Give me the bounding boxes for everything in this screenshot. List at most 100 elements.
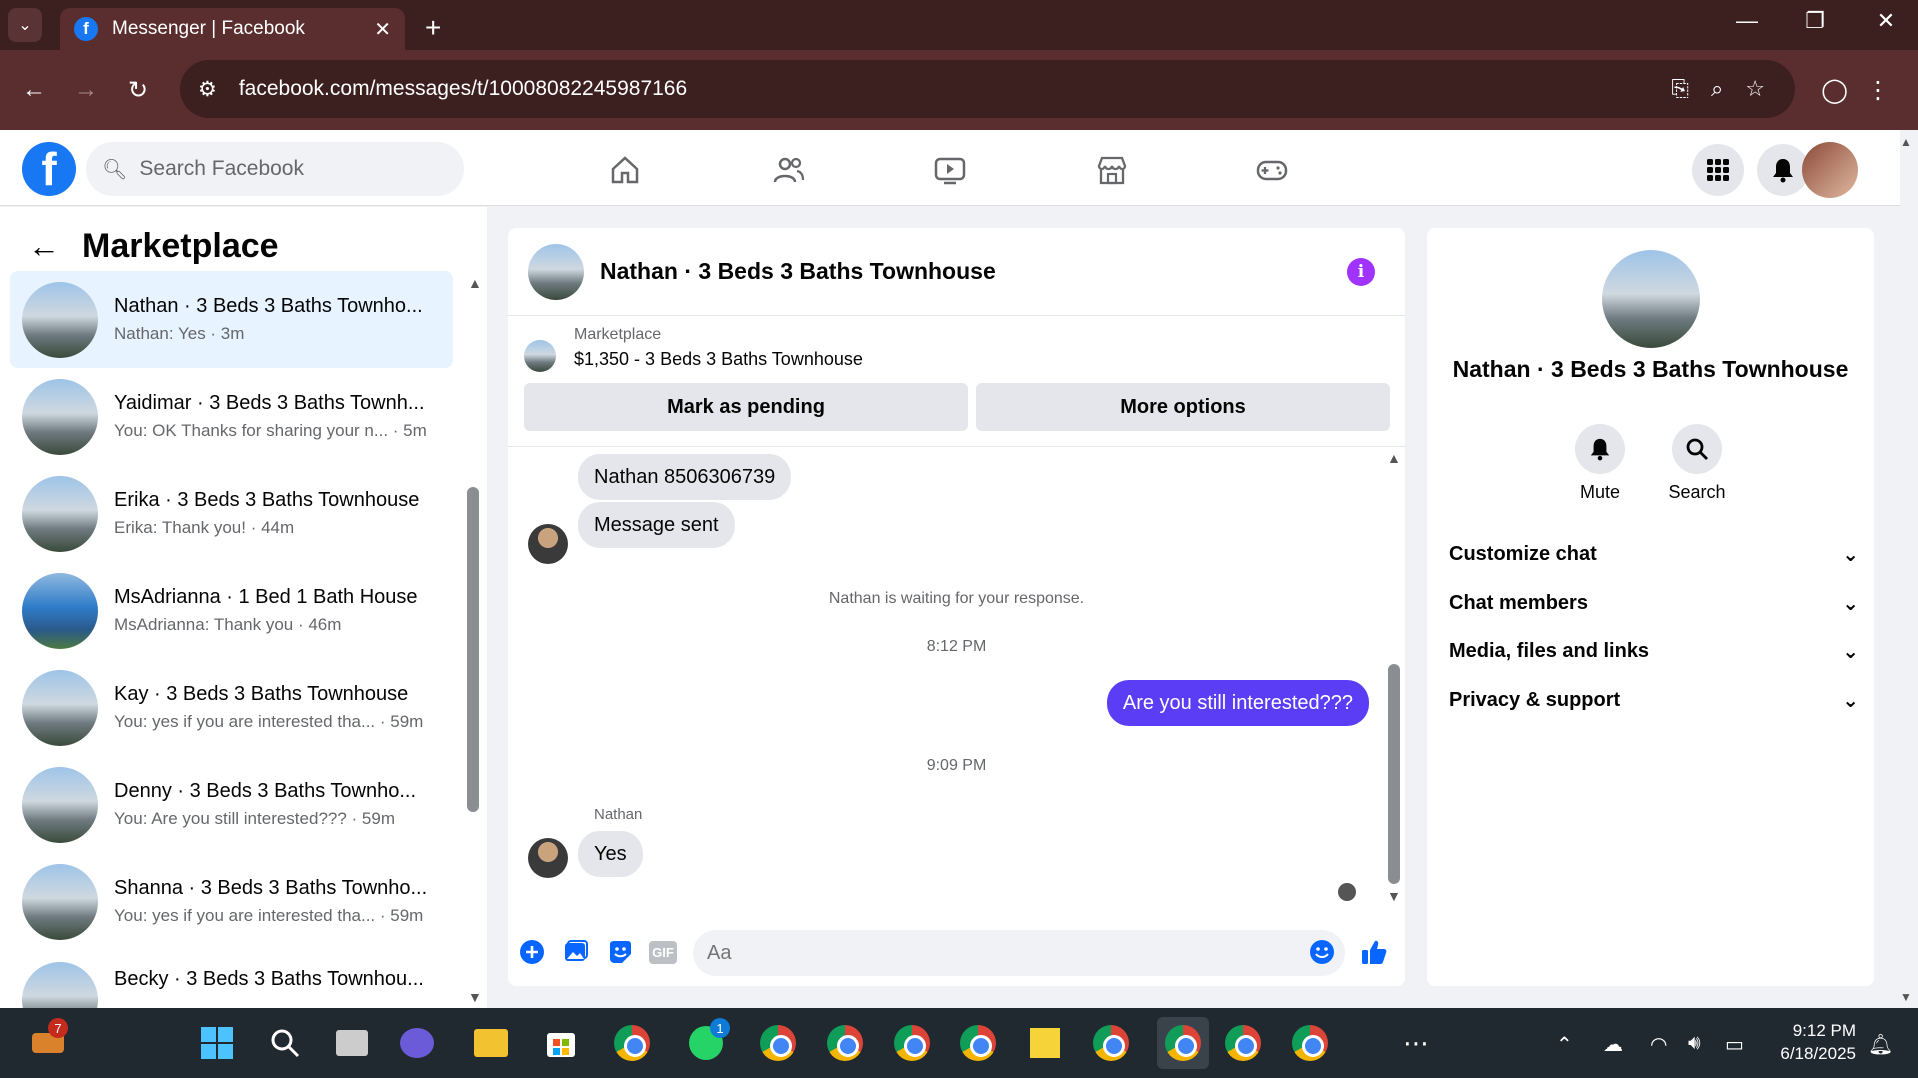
- clock[interactable]: 9:12 PM 6/18/2025: [1780, 1020, 1856, 1066]
- bookmark-star-icon[interactable]: ☆: [1745, 76, 1765, 102]
- reload-button[interactable]: ↻: [128, 76, 148, 105]
- browser-tab-bar: ⌄ f Messenger | Facebook ✕ + — ❐ ✕: [0, 0, 1918, 50]
- back-arrow-icon[interactable]: ←: [28, 228, 60, 265]
- chevron-down-icon: ⌄: [1842, 690, 1859, 712]
- conversation-item[interactable]: Shanna · 3 Beds 3 Baths Townho... You: y…: [10, 853, 453, 950]
- search-icon: [1686, 438, 1708, 460]
- tab-search-button[interactable]: ⌄: [8, 8, 42, 42]
- section-label: Customize chat: [1449, 543, 1597, 565]
- more-actions-button[interactable]: [518, 938, 546, 966]
- chrome-window-icon-active[interactable]: [1157, 1017, 1209, 1069]
- meet-app-icon[interactable]: [397, 1023, 437, 1063]
- file-explorer-icon[interactable]: [471, 1023, 511, 1063]
- conversation-item[interactable]: Kay · 3 Beds 3 Baths Townhouse You: yes …: [10, 659, 453, 756]
- more-apps-icon[interactable]: ⋯: [1396, 1023, 1436, 1063]
- emoji-button[interactable]: [1308, 938, 1336, 966]
- conversation-item[interactable]: Erika · 3 Beds 3 Baths Townhouse Erika: …: [10, 465, 453, 562]
- chrome-window-icon[interactable]: [1223, 1023, 1263, 1063]
- listing-title: $1,350 - 3 Beds 3 Baths Townhouse: [574, 349, 863, 369]
- facebook-search-input[interactable]: 🔍︎ Search Facebook: [86, 142, 464, 196]
- scroll-down-arrow[interactable]: ▼: [468, 989, 482, 1005]
- page-scroll-down-arrow[interactable]: ▼: [1900, 990, 1912, 1004]
- send-like-button[interactable]: [1360, 938, 1388, 966]
- attach-photo-button[interactable]: [562, 938, 590, 966]
- mark-as-pending-button[interactable]: Mark as pending: [524, 383, 968, 431]
- close-window-button[interactable]: ✕: [1866, 8, 1906, 34]
- mute-button[interactable]: Mute: [1560, 424, 1640, 503]
- scroll-down-arrow[interactable]: ▼: [1387, 888, 1401, 904]
- gif-button[interactable]: GIF: [649, 938, 677, 966]
- minimize-window-button[interactable]: —: [1727, 8, 1767, 34]
- notification-bell-icon[interactable]: 🔔︎: [1868, 1032, 1893, 1057]
- address-bar[interactable]: ⚙ facebook.com/messages/t/10008082245987…: [180, 60, 1795, 118]
- sticker-button[interactable]: [606, 938, 634, 966]
- home-icon[interactable]: [605, 150, 645, 190]
- sender-avatar[interactable]: [528, 838, 568, 878]
- restore-window-button[interactable]: ❐: [1795, 8, 1835, 34]
- start-menu-icon[interactable]: [197, 1023, 237, 1063]
- mute-label: Mute: [1579, 482, 1621, 502]
- chat-members-section[interactable]: Chat members ⌄: [1449, 591, 1859, 616]
- more-options-button[interactable]: More options: [976, 383, 1390, 431]
- conversations-scrollbar[interactable]: [467, 487, 479, 812]
- chat-panel: Nathan · 3 Beds 3 Baths Townhouse i Mark…: [508, 228, 1405, 986]
- chrome-window-icon[interactable]: [1091, 1023, 1131, 1063]
- menu-grid-button[interactable]: [1692, 144, 1744, 196]
- chrome-window-icon[interactable]: [892, 1023, 932, 1063]
- chrome-window-icon[interactable]: [758, 1023, 798, 1063]
- conversation-item[interactable]: Denny · 3 Beds 3 Baths Townho... You: Ar…: [10, 756, 453, 853]
- media-files-links-section[interactable]: Media, files and links ⌄: [1449, 639, 1859, 664]
- chrome-window-icon[interactable]: [825, 1023, 865, 1063]
- battery-icon[interactable]: ▭: [1725, 1032, 1744, 1057]
- video-icon[interactable]: [930, 150, 970, 190]
- volume-icon[interactable]: 🔊︎: [1688, 1032, 1701, 1055]
- account-avatar[interactable]: [1802, 142, 1858, 198]
- incoming-message: Yes: [578, 831, 643, 877]
- conversation-item[interactable]: Becky · 3 Beds 3 Baths Townhou...: [10, 950, 453, 1008]
- friends-icon[interactable]: [768, 150, 808, 190]
- site-info-icon[interactable]: ⚙: [198, 77, 217, 102]
- task-view-icon[interactable]: [332, 1023, 372, 1063]
- chat-title[interactable]: Nathan · 3 Beds 3 Baths Townhouse: [600, 258, 996, 285]
- zoom-icon[interactable]: ⌕: [1711, 76, 1723, 102]
- conversation-item[interactable]: Nathan · 3 Beds 3 Baths Townho... Nathan…: [10, 271, 453, 368]
- microsoft-store-icon[interactable]: [541, 1023, 581, 1063]
- conversation-item[interactable]: MsAdrianna · 1 Bed 1 Bath House MsAdrian…: [10, 562, 453, 659]
- search-in-conversation-button[interactable]: Search: [1657, 424, 1737, 503]
- taskbar-search-icon[interactable]: [265, 1023, 305, 1063]
- browser-tab[interactable]: f Messenger | Facebook ✕: [60, 8, 405, 50]
- panel-header: ← Marketplace: [28, 227, 279, 266]
- back-button[interactable]: ←: [22, 76, 46, 104]
- close-tab-icon[interactable]: ✕: [374, 17, 391, 42]
- scroll-up-arrow[interactable]: ▲: [468, 275, 482, 291]
- facebook-logo-icon[interactable]: f: [22, 142, 76, 196]
- forward-button[interactable]: →: [74, 76, 98, 104]
- conversation-item[interactable]: Yaidimar · 3 Beds 3 Baths Townh... You: …: [10, 368, 453, 465]
- page-scroll-up-arrow[interactable]: ▲: [1900, 135, 1912, 149]
- browser-menu-icon[interactable]: ⋮: [1866, 76, 1890, 105]
- marketplace-icon[interactable]: [1092, 150, 1132, 190]
- sticky-notes-icon[interactable]: [1025, 1023, 1065, 1063]
- privacy-support-section[interactable]: Privacy & support ⌄: [1449, 688, 1859, 713]
- install-app-icon[interactable]: ⎘: [1671, 76, 1689, 102]
- new-tab-button[interactable]: +: [425, 12, 441, 44]
- chat-listing-thumbnail[interactable]: [528, 243, 584, 300]
- facebook-favicon-icon: f: [74, 17, 98, 41]
- chrome-window-icon[interactable]: [612, 1023, 652, 1063]
- info-icon[interactable]: i: [1347, 258, 1375, 286]
- listing-large-thumbnail[interactable]: [1602, 250, 1700, 348]
- gaming-icon[interactable]: [1252, 150, 1292, 190]
- message-input[interactable]: [693, 930, 1345, 976]
- sender-avatar[interactable]: [528, 524, 568, 564]
- chrome-window-icon[interactable]: [958, 1023, 998, 1063]
- messages-scrollbar[interactable]: [1388, 664, 1400, 884]
- browser-profile-icon[interactable]: ◯: [1821, 76, 1848, 105]
- tray-chevron-up-icon[interactable]: ⌃: [1556, 1032, 1573, 1057]
- chrome-window-icon[interactable]: [1290, 1023, 1330, 1063]
- scroll-up-arrow[interactable]: ▲: [1387, 450, 1401, 466]
- chevron-down-icon: ⌄: [18, 17, 32, 34]
- wifi-icon[interactable]: ◠: [1650, 1032, 1667, 1057]
- customize-chat-section[interactable]: Customize chat ⌄: [1449, 542, 1859, 567]
- marketplace-listing-card[interactable]: Marketplace $1,350 - 3 Beds 3 Baths Town…: [524, 326, 863, 372]
- cloud-offline-icon[interactable]: ☁: [1603, 1032, 1623, 1057]
